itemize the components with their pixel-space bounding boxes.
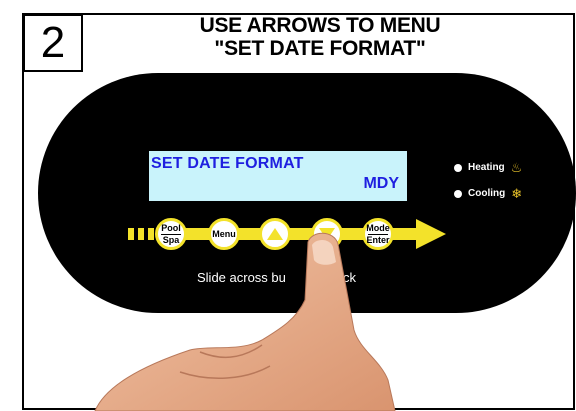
- lcd-line-2: MDY: [363, 175, 399, 192]
- down-button[interactable]: [311, 218, 343, 250]
- cooling-led: [454, 189, 462, 198]
- heating-label: Heating: [468, 162, 505, 173]
- instruction-title-line2: "SET DATE FORMAT": [214, 37, 426, 60]
- lcd-display: SET DATE FORMAT MDY: [149, 151, 407, 201]
- arrow-tail-bars: [128, 228, 154, 240]
- pool-spa-button[interactable]: Pool Spa: [155, 218, 187, 250]
- mode-enter-button[interactable]: Mode Enter: [362, 218, 394, 250]
- mode-label: Mode: [366, 222, 390, 233]
- cooling-label: Cooling: [468, 188, 506, 199]
- menu-label: Menu: [212, 228, 236, 239]
- pool-spa-bottom-label: Spa: [162, 234, 180, 245]
- step-number-box: 2: [23, 14, 83, 72]
- up-button[interactable]: [259, 218, 291, 250]
- instruction-title-line1: USE ARROWS TO MENU: [199, 14, 441, 37]
- heating-led: [454, 163, 462, 172]
- slide-to-unlock-text: Slide across bu o unlock: [197, 270, 356, 285]
- down-arrow-icon: [319, 228, 335, 240]
- cooling-icon: ❄: [511, 186, 523, 201]
- heating-indicator: Heating ♨: [454, 161, 522, 174]
- lcd-line-1: SET DATE FORMAT: [151, 155, 304, 172]
- enter-label: Enter: [366, 234, 390, 245]
- instruction-title: USE ARROWS TO MENU "SET DATE FORMAT": [120, 14, 520, 60]
- step-number: 2: [40, 18, 66, 67]
- pool-spa-top-label: Pool: [161, 222, 181, 233]
- arrow-head-icon: [416, 219, 446, 249]
- menu-button[interactable]: Menu: [208, 218, 240, 250]
- heating-icon: ♨: [510, 160, 523, 175]
- up-arrow-icon: [267, 228, 283, 240]
- cooling-indicator: Cooling ❄: [454, 187, 522, 200]
